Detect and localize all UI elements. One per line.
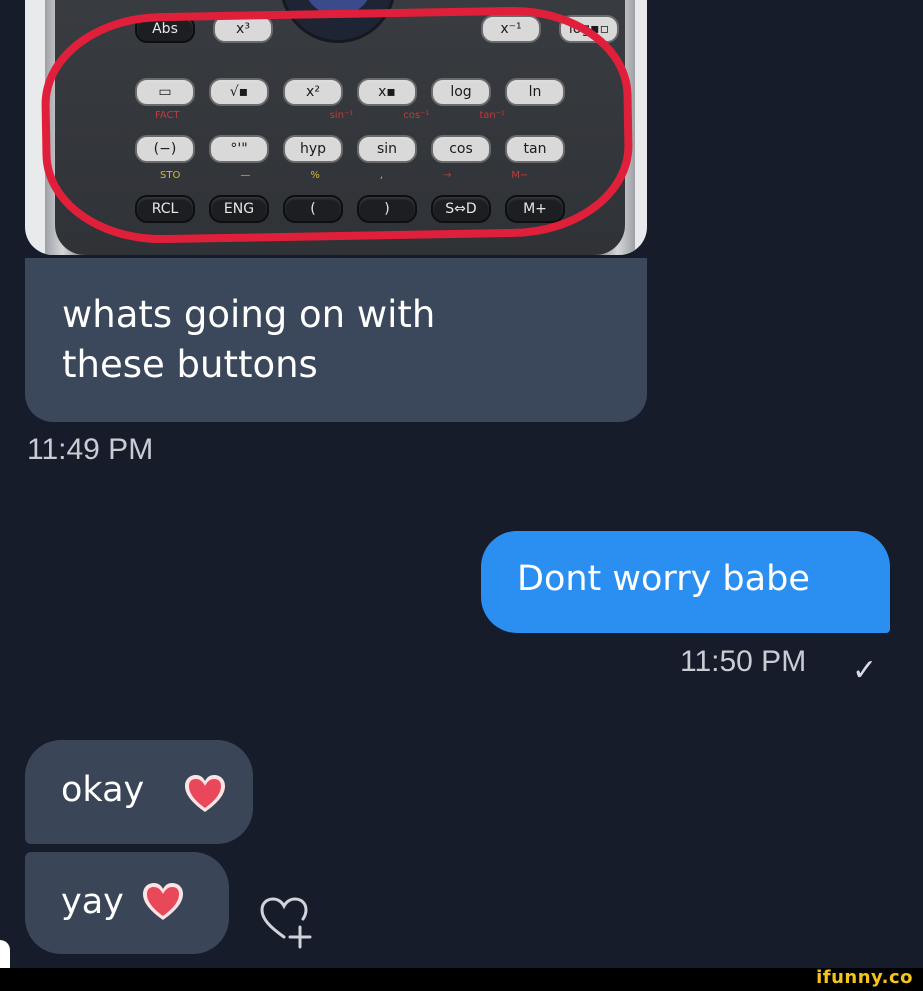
heart-emoji-icon	[143, 883, 183, 920]
heart-emoji-icon	[185, 775, 225, 812]
heart-plus-icon[interactable]	[256, 893, 320, 953]
incoming-message-bubble[interactable]: okay	[25, 740, 253, 844]
red-highlight-circle	[40, 4, 634, 246]
left-edge-artifact	[0, 940, 10, 970]
read-check-icon: ✓	[852, 653, 878, 688]
outgoing-message-bubble[interactable]: Dont worry babe	[481, 531, 890, 633]
message-text: okay	[61, 770, 145, 810]
incoming-message-bubble[interactable]: yay	[25, 852, 229, 954]
incoming-timestamp: 11:49 PM	[27, 433, 154, 466]
message-text: yay	[61, 882, 124, 922]
chat-screen: Abs x³ x⁻¹ log▪▫ ▭ √▪ x² x▪ log ln FACT …	[0, 0, 923, 991]
incoming-caption-text: whats going on with these buttons	[62, 293, 436, 386]
outgoing-timestamp: 11:50 PM	[680, 645, 807, 678]
calculator-photo-attachment[interactable]: Abs x³ x⁻¹ log▪▫ ▭ √▪ x² x▪ log ln FACT …	[25, 0, 647, 255]
watermark-bar: ifunny.co	[0, 967, 923, 991]
ifunny-watermark: ifunny.co	[816, 967, 913, 988]
outgoing-message-text: Dont worry babe	[517, 559, 810, 599]
incoming-caption-bubble[interactable]: whats going on with these buttons	[25, 258, 647, 422]
